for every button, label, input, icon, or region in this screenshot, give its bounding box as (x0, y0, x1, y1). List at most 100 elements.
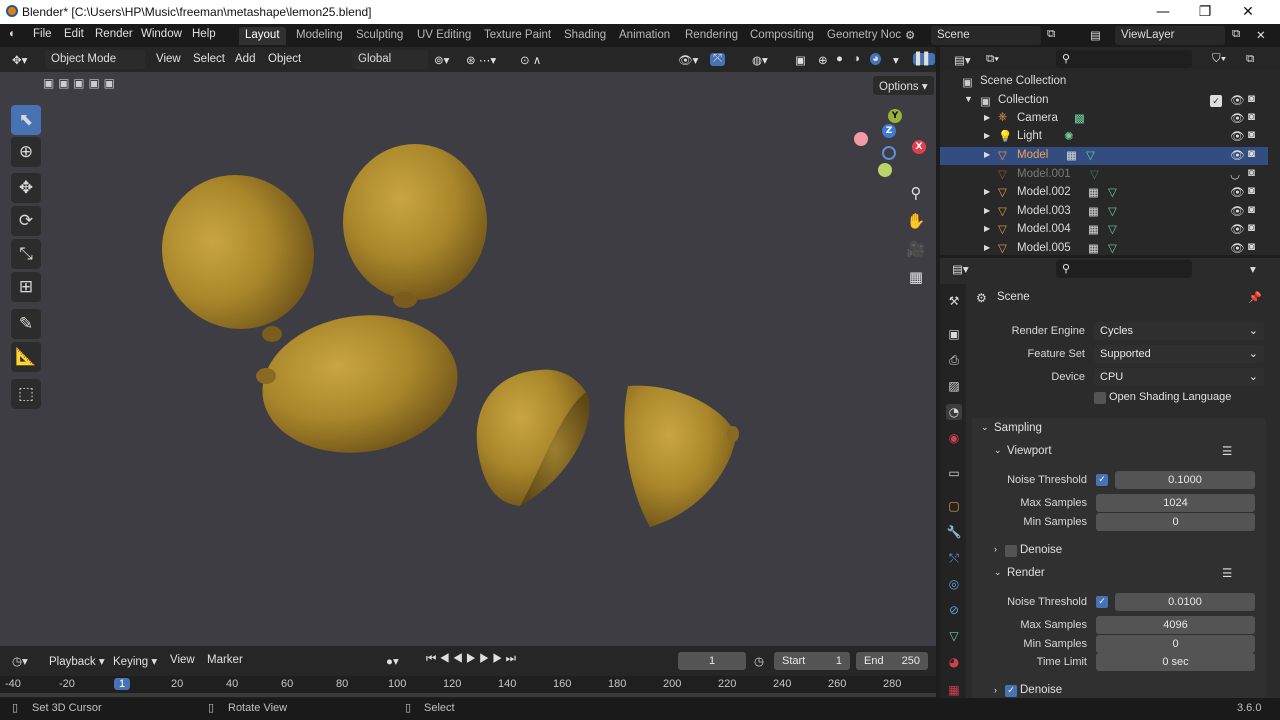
outliner-item-camera[interactable]: ▶ ⎈ Camera ▩ 👁 ◙ (940, 110, 1268, 128)
overlay-icon[interactable]: ◍▾ (752, 53, 768, 67)
outliner-collection[interactable]: ▼ ▣ Collection ✓ 👁 ◙ (940, 92, 1268, 110)
viewport-menu-object[interactable]: Object (268, 53, 301, 65)
expand-arrow-icon[interactable]: › (994, 544, 997, 554)
shading-rendered-icon[interactable]: ◕ (870, 53, 881, 65)
pause-render-icon[interactable]: ▌▌ (913, 53, 936, 65)
timeline-menu-view[interactable]: View (170, 654, 195, 666)
scene-tab-icon[interactable]: ◔ (946, 404, 962, 420)
start-frame-field[interactable]: Start 1 (774, 652, 850, 670)
view-layer-remove-icon[interactable]: ✕ (1256, 28, 1266, 42)
gizmo-z-axis[interactable]: Z (882, 124, 896, 138)
gizmo-neg-y[interactable] (878, 163, 892, 177)
end-frame-field[interactable]: End 250 (856, 652, 928, 670)
eye-icon[interactable]: 👁 (1230, 185, 1245, 199)
camera-render-icon[interactable]: ◙ (1248, 129, 1255, 141)
expand-arrow-icon[interactable]: ▶ (984, 206, 990, 215)
osl-checkbox[interactable] (1094, 392, 1106, 404)
render-tab-icon[interactable]: ▣ (946, 326, 962, 342)
display-mode-icon[interactable]: ⧉▾ (986, 53, 999, 66)
vp-denoise-label[interactable]: Denoise (1020, 544, 1062, 556)
exclude-checkbox[interactable]: ✓ (1210, 95, 1222, 107)
pin-icon[interactable]: 📌 (1248, 291, 1262, 304)
record-icon[interactable]: ●▾ (386, 654, 399, 668)
shading-options-icon[interactable]: ▾ (893, 53, 899, 67)
current-frame-field[interactable]: 1 (678, 652, 746, 670)
snap-icon[interactable]: ⊛ ⋯▾ (466, 53, 496, 67)
timeline-ruler[interactable]: -40 -20 1 20 40 60 80 100 120 140 160 18… (0, 676, 936, 698)
view-layer-copy-icon[interactable]: ⧉ (1232, 28, 1240, 41)
pan-hand-icon[interactable]: ✋ (903, 208, 929, 234)
outliner-item-model-002[interactable]: ▶ ▽ Model.002 ▦ ▽ 👁 ◙ (940, 184, 1268, 202)
properties-editor-icon[interactable]: ▤▾ (952, 262, 969, 276)
filter-icon[interactable]: ⛉▾ (1212, 53, 1226, 66)
tab-compositing[interactable]: Compositing (744, 27, 820, 45)
menu-help[interactable]: Help (192, 28, 216, 40)
menu-window[interactable]: Window (141, 28, 182, 40)
object-tab-icon[interactable]: ▢ (946, 498, 962, 514)
modifier-tab-icon[interactable]: 🔧 (946, 524, 962, 540)
lemon-half-2[interactable] (624, 385, 739, 527)
shading-solid-icon[interactable]: ● (836, 53, 843, 65)
time-limit-field[interactable]: 0 sec (1096, 653, 1255, 671)
playback-controls-icon[interactable]: ⏮◀◀▶▶▶⏭ (426, 653, 519, 666)
properties-options-icon[interactable]: ▾ (1250, 262, 1256, 276)
tab-layout[interactable]: Layout (239, 27, 286, 45)
render-subpanel-header[interactable]: Render (1007, 567, 1045, 579)
scene-copy-icon[interactable]: ⧉ (1047, 28, 1055, 41)
timeline-menu-keying[interactable]: Keying ▾ (113, 654, 157, 668)
shading-wireframe-icon[interactable]: ⊕ (818, 53, 828, 67)
eye-icon[interactable]: 👁 (1230, 148, 1245, 162)
feature-set-dropdown[interactable]: Supported ⌄ (1094, 345, 1264, 363)
camera-render-icon[interactable]: ◙ (1248, 111, 1255, 123)
menu-render[interactable]: Render (95, 28, 133, 40)
editor-type-icon[interactable]: ✥▾ (12, 53, 27, 67)
particles-tab-icon[interactable]: ⤲ (946, 550, 962, 566)
menu-edit[interactable]: Edit (64, 28, 84, 40)
new-collection-icon[interactable]: ⧉ (1246, 53, 1254, 66)
timeline-scrollbar[interactable] (0, 693, 936, 697)
expand-arrow-icon[interactable]: ⌄ (994, 445, 1002, 456)
blender-menu-icon[interactable]: ◐ (9, 28, 16, 40)
zoom-icon[interactable]: ⚲ (903, 180, 929, 206)
lemon-2[interactable] (343, 144, 487, 308)
expand-arrow-icon[interactable]: ▶ (984, 113, 990, 122)
eye-icon[interactable]: 👁 (1230, 129, 1245, 143)
view-layer-tab-icon[interactable]: ▨ (946, 378, 962, 394)
tab-texture-paint[interactable]: Texture Paint (478, 27, 557, 45)
vp-noise-threshold-field[interactable]: 0.1000 (1115, 471, 1255, 489)
tab-animation[interactable]: Animation (613, 27, 676, 45)
list-presets-icon[interactable]: ☰ (1222, 566, 1232, 580)
tool-tab-icon[interactable]: ⚒ (946, 293, 962, 309)
list-presets-icon[interactable]: ☰ (1222, 444, 1232, 458)
eye-icon[interactable]: 👁 (1230, 111, 1245, 125)
tab-sculpting[interactable]: Sculpting (350, 27, 409, 45)
expand-arrow-icon[interactable]: ▶ (984, 187, 990, 196)
tab-uv-editing[interactable]: UV Editing (411, 27, 477, 45)
texture-tab-icon[interactable]: ▦ (946, 682, 962, 698)
eye-hidden-icon[interactable]: ◡ (1230, 167, 1240, 181)
vp-min-samples-field[interactable]: 0 (1096, 513, 1255, 531)
gizmo-toggle-icon[interactable]: ⤧ (710, 53, 726, 66)
close-window-button[interactable]: ✕ (1228, 2, 1268, 22)
viewport-menu-view[interactable]: View (156, 53, 181, 65)
viewport-menu-select[interactable]: Select (193, 53, 225, 65)
device-dropdown[interactable]: CPU ⌄ (1094, 368, 1264, 386)
minimize-button[interactable]: — (1143, 2, 1183, 22)
expand-arrow-icon[interactable]: ▼ (964, 94, 973, 104)
sampling-header[interactable]: Sampling (994, 422, 1042, 434)
ortho-grid-icon[interactable]: ▦ (903, 264, 929, 290)
vp-noise-threshold-checkbox[interactable]: ✓ (1096, 474, 1108, 486)
outliner-item-model-005[interactable]: ▶ ▽ Model.005 ▦ ▽ 👁 ◙ (940, 240, 1268, 255)
gizmo-x-axis[interactable]: X (912, 140, 926, 154)
shading-material-icon[interactable]: ◑ (853, 53, 860, 65)
eye-icon[interactable]: 👁 (1230, 222, 1245, 236)
collection-tab-icon[interactable]: ▭ (946, 465, 962, 481)
outliner-item-light[interactable]: ▶ 💡 Light ✺ 👁 ◙ (940, 128, 1268, 146)
expand-arrow-icon[interactable]: ⌄ (981, 422, 989, 433)
maximize-button[interactable]: ❐ (1185, 2, 1225, 22)
scene-selector[interactable]: Scene (931, 26, 1041, 45)
view-layer-selector[interactable]: ViewLayer (1115, 26, 1225, 45)
lemon-half-1[interactable] (476, 369, 590, 506)
tab-modeling[interactable]: Modeling (290, 27, 349, 45)
tab-rendering[interactable]: Rendering (679, 27, 744, 45)
